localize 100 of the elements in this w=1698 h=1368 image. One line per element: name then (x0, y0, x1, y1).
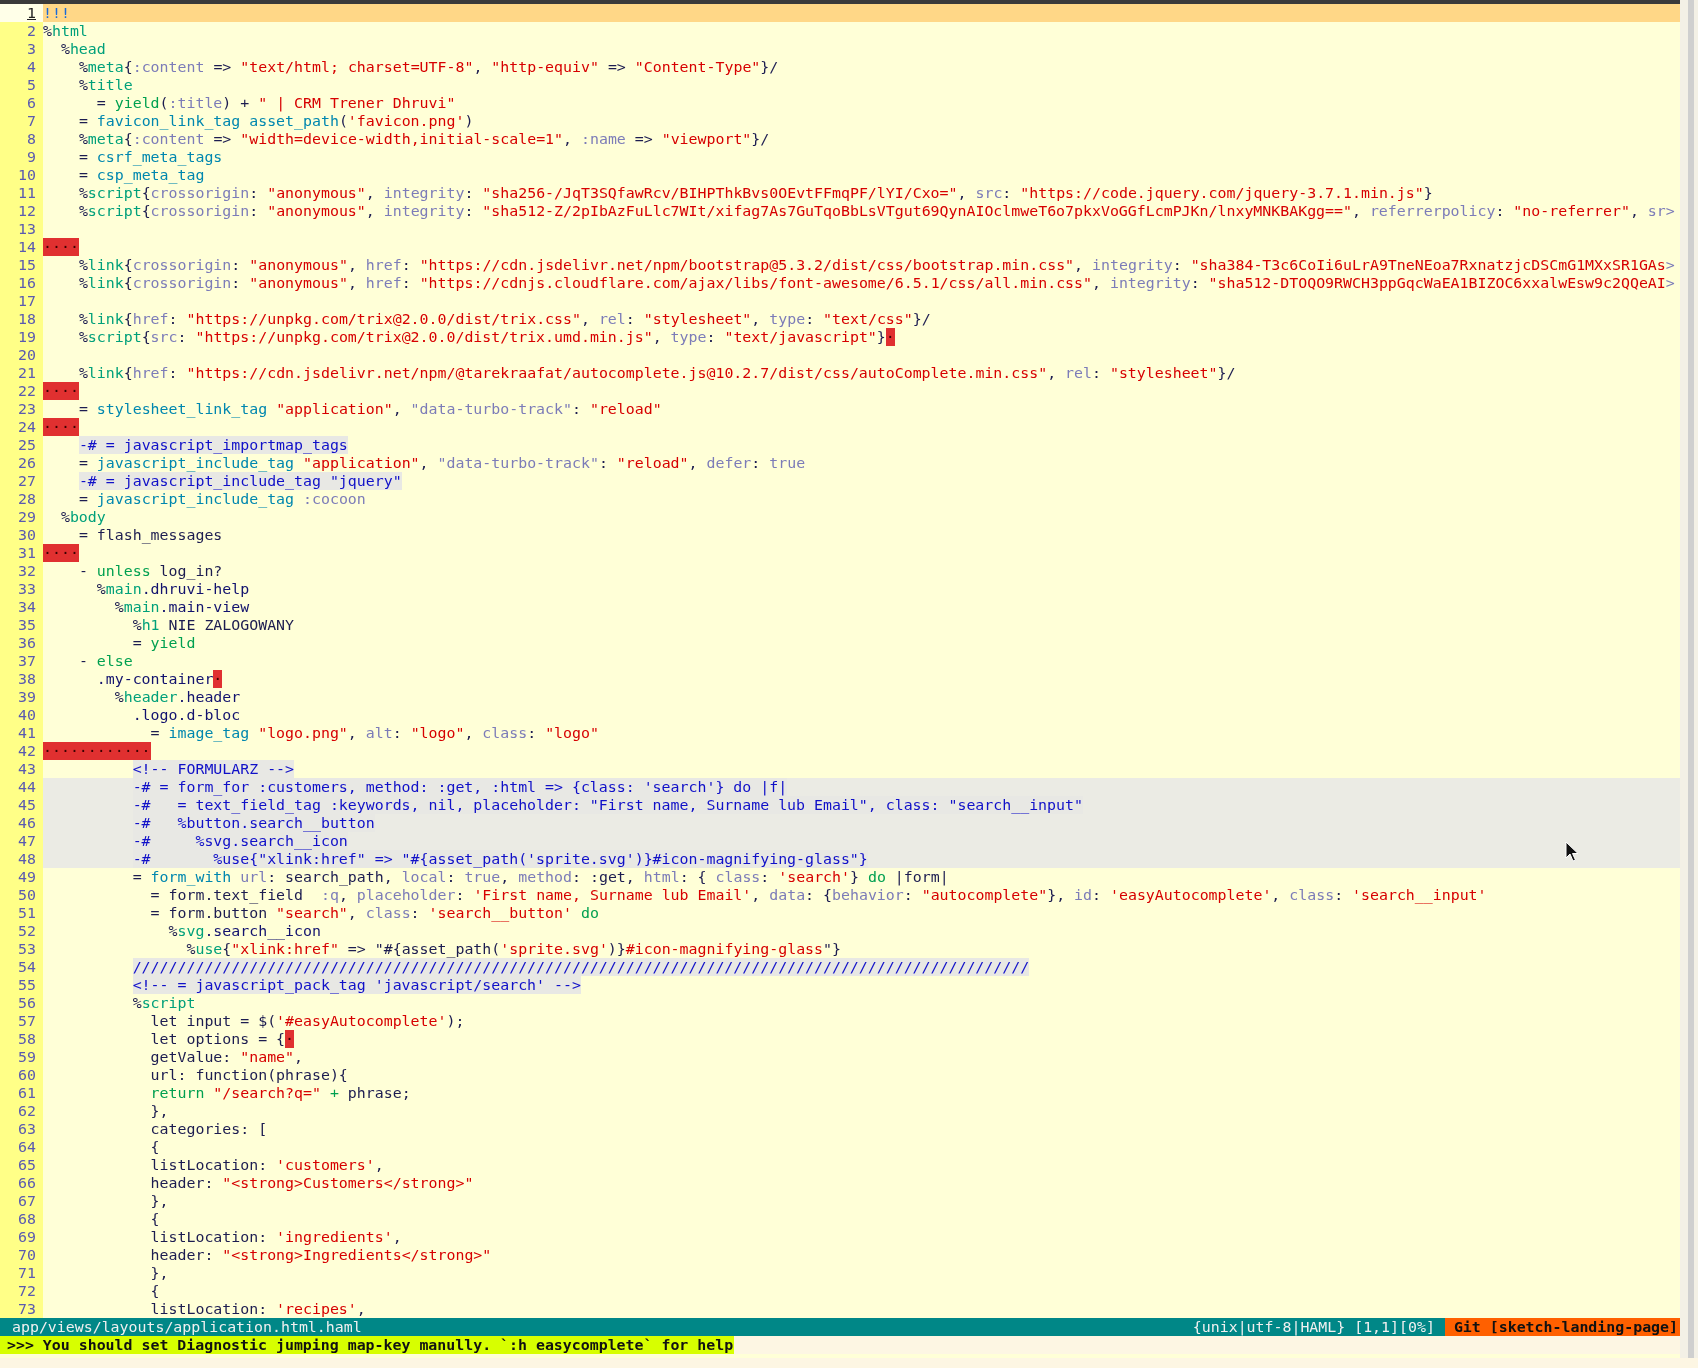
code-line: return "/search?q=" + phrase; (149, 1084, 412, 1102)
code-line: %link{crossorigin: "anonymous", href: "https://cdn.jsdelivr.net/npm/bootstrap@5.3.2/dist/css/bootstrap.min.css", integrity: "sha384-T3c6CoIi6uLrA9TneNEoa7RxnatzjcDSCmG1MXxSR1GAs> (77, 256, 1676, 274)
line-number: 67 (0, 1192, 43, 1210)
line-number: 20 (0, 346, 43, 364)
line-number: 18 (0, 310, 43, 328)
line-number: 73 (0, 1300, 43, 1318)
line-number: 34 (0, 598, 43, 616)
code-line: = yield(:title) + " | CRM Trener Dhruvi" (95, 94, 457, 112)
line-number: 56 (0, 994, 43, 1012)
code-line: = javascript_include_tag "application", "data-turbo-track": "reload", defer: true (77, 454, 807, 472)
line-number: 30 (0, 526, 43, 544)
line-number: 21 (0, 364, 43, 382)
line-number: 19 (0, 328, 43, 346)
line-number: 36 (0, 634, 43, 652)
code-line: = image_tag "logo.png", alt: "logo", class: "logo" (149, 724, 600, 742)
line-number: 1 (0, 4, 43, 22)
code-line: = csrf_meta_tags (77, 148, 224, 166)
line-number: 2 (0, 22, 43, 40)
code-line: = form_with url: search_path, local: true, method: :get, html: { class: 'search'} do |form| (131, 868, 950, 886)
code-line: %h1 NIE ZALOGOWANY (131, 616, 296, 634)
line-number: 10 (0, 166, 43, 184)
code-line: %head (59, 40, 107, 58)
line-number: 39 (0, 688, 43, 706)
line-number: 35 (0, 616, 43, 634)
line-number: 69 (0, 1228, 43, 1246)
line-number: 3 (0, 40, 43, 58)
line-number: 52 (0, 922, 43, 940)
code-line: header: "<strong>Customers</strong>" (149, 1174, 475, 1192)
code-line: }, (149, 1264, 170, 1282)
code-line: = yield (131, 634, 197, 652)
code-line: listLocation: 'customers', (149, 1156, 385, 1174)
code-line: %link{crossorigin: "anonymous", href: "https://cdnjs.cloudflare.com/ajax/libs/font-awesome/6.5.1/css/all.min.css", integrity: "sha512-DTOQO9RWCH3ppGqcWaEA1BIZOC6xxalwEsw9c2QQeAI> (77, 274, 1676, 292)
code-line: %script{crossorigin: "anonymous", integrity: "sha512-Z/2pIbAzFuLlc7WIt/xifag7As7GuTqoBbLsVTgut69QynAIOclmweT6o7pkxVoGGfLcmPJKn/lnxyMNKBAKgg==", referrerpolicy: "no-referrer", sr> (77, 202, 1676, 220)
code-line: %body (59, 508, 107, 526)
line-number: 64 (0, 1138, 43, 1156)
line-number: 12 (0, 202, 43, 220)
code-line: }, (149, 1102, 170, 1120)
line-number: 8 (0, 130, 43, 148)
code-line: header: "<strong>Ingredients</strong>" (149, 1246, 493, 1264)
code-line: .logo.d-bloc (131, 706, 242, 724)
line-number: 38 (0, 670, 43, 688)
code-line: = favicon_link_tag asset_path('favicon.png') (77, 112, 475, 130)
line-number: 62 (0, 1102, 43, 1120)
line-number: 53 (0, 940, 43, 958)
code-line: %meta{:content => "text/html; charset=UTF-8", "http-equiv" => "Content-Type"}/ (77, 58, 780, 76)
line-number: 15 (0, 256, 43, 274)
code-line: { (149, 1210, 161, 1228)
code-line: let options = {· (149, 1030, 296, 1048)
code-line: %header.header (113, 688, 242, 706)
line-number: 63 (0, 1120, 43, 1138)
code-line: = stylesheet_link_tag "application", "data-turbo-track": "reload" (77, 400, 663, 418)
mouse-pointer-icon (1565, 841, 1579, 863)
line-number: 72 (0, 1282, 43, 1300)
code-line: %main.main-view (113, 598, 251, 616)
line-number: 32 (0, 562, 43, 580)
line-number: 58 (0, 1030, 43, 1048)
code-line: getValue: "name", (149, 1048, 304, 1066)
git-branch: Git [sketch-landing-page] (1444, 1318, 1680, 1336)
code-line: %main.dhruvi-help (95, 580, 251, 598)
scrollbar[interactable] (1680, 0, 1698, 1358)
code-line: let input = $('#easyAutocomplete'); (149, 1012, 466, 1030)
code-line: %script{src: "https://unpkg.com/trix@2.0.0/dist/trix.umd.min.js", type: "text/javascript"}· (77, 328, 896, 346)
code-line: %use{"xlink:href" => "#{asset_path('sprite.svg')}#icon-magnifying-glass"} (185, 940, 842, 958)
code-line: %title (77, 76, 134, 94)
line-number: 9 (0, 148, 43, 166)
line-number: 55 (0, 976, 43, 994)
line-number: 33 (0, 580, 43, 598)
line-number: 14 (0, 238, 43, 256)
line-number: 31 (0, 544, 43, 562)
code-line: url: function(phrase){ (149, 1066, 349, 1084)
line-number: 45 (0, 796, 43, 814)
line-number: 65 (0, 1156, 43, 1174)
line-number: 51 (0, 904, 43, 922)
line-number: 61 (0, 1084, 43, 1102)
code-line: listLocation: 'ingredients', (149, 1228, 403, 1246)
line-number: 11 (0, 184, 43, 202)
code-line: - unless log_in? (77, 562, 224, 580)
code-line: { (149, 1282, 161, 1300)
line-number: 48 (0, 850, 43, 868)
line-number: 46 (0, 814, 43, 832)
code-line: = flash_messages (77, 526, 224, 544)
line-number: 16 (0, 274, 43, 292)
line-number: 54 (0, 958, 43, 976)
line-number: 6 (0, 94, 43, 112)
line-number: 27 (0, 472, 43, 490)
line-number: 42 (0, 742, 43, 760)
line-number: 43 (0, 760, 43, 778)
line-number: 68 (0, 1210, 43, 1228)
line-number: 44 (0, 778, 43, 796)
line-number: 29 (0, 508, 43, 526)
line-number: 4 (0, 58, 43, 76)
line-number: 5 (0, 76, 43, 94)
line-number: 66 (0, 1174, 43, 1192)
code-line: .my-container· (95, 670, 224, 688)
line-number: 25 (0, 436, 43, 454)
line-number: 22 (0, 382, 43, 400)
line-number: 50 (0, 886, 43, 904)
line-number: 7 (0, 112, 43, 130)
code-line: %script (131, 994, 197, 1012)
line-number: 60 (0, 1066, 43, 1084)
